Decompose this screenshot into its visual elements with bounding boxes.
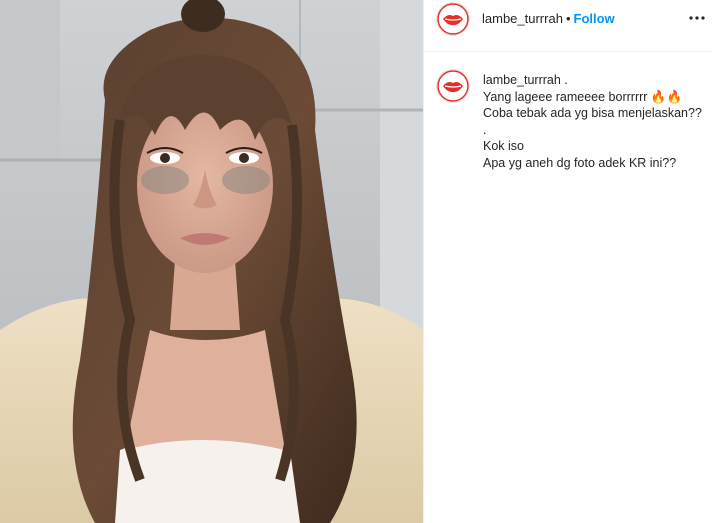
header-separator: • xyxy=(565,11,571,26)
caption-line: Apa yg aneh dg foto adek KR ini?? xyxy=(483,155,677,170)
red-lips-logo-icon xyxy=(437,70,469,102)
caption-line: Kok iso xyxy=(483,139,524,153)
more-options-icon[interactable] xyxy=(687,8,707,28)
portrait-illustration xyxy=(0,0,423,523)
red-lips-logo-icon xyxy=(437,3,469,35)
caption-text: lambe_turrrah . Yang lageee rameeee borr… xyxy=(483,72,708,171)
caption-username[interactable]: lambe_turrrah . xyxy=(483,72,708,89)
caption-line: . xyxy=(483,122,487,137)
follow-button[interactable]: Follow xyxy=(574,11,615,26)
post-photo[interactable] xyxy=(0,0,423,523)
caption-line: Coba tebak ada yg bisa menjelaskan?? xyxy=(483,106,702,120)
post-header: lambe_turrrah • Follow xyxy=(424,0,712,52)
caption-avatar[interactable] xyxy=(437,70,469,102)
header-meta: lambe_turrrah • Follow xyxy=(482,11,615,26)
post-side-panel: lambe_turrrah • Follow lambe_turrrah . Yan… xyxy=(423,0,712,523)
header-username[interactable]: lambe_turrrah xyxy=(482,11,563,26)
caption-line: Yang lageee rameeee borrrrrr 🔥🔥 xyxy=(483,89,683,104)
profile-avatar[interactable] xyxy=(437,3,469,35)
